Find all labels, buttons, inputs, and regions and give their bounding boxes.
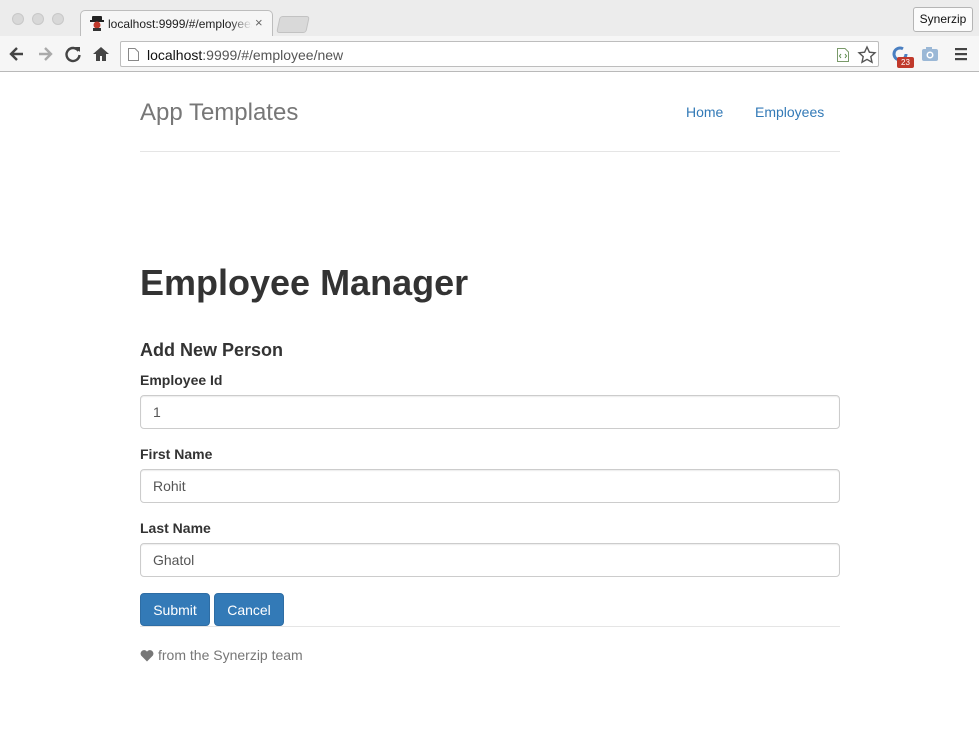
employee-id-label: Employee Id [140,372,223,388]
browser-titlebar: localhost:9999/#/employee/new × Synerzip [0,0,979,36]
new-tab-button[interactable] [276,16,310,33]
window-close-button[interactable] [12,13,24,25]
forward-arrow-icon[interactable] [35,44,55,64]
bookmark-star-icon[interactable] [857,45,877,65]
home-icon[interactable] [91,44,111,64]
back-arrow-icon[interactable] [7,44,27,64]
nav-link-employees[interactable]: Employees [755,104,824,120]
nav-link-home[interactable]: Home [686,104,723,120]
form-heading: Add New Person [140,340,284,360]
submit-button[interactable]: Submit [140,593,210,626]
heart-icon [140,649,154,661]
browser-tab[interactable]: localhost:9999/#/employee/new × [80,10,273,36]
last-name-input[interactable] [140,543,840,577]
browser-menu-icon[interactable] [954,47,968,61]
window-zoom-button[interactable] [52,13,64,25]
camera-icon[interactable] [920,44,940,64]
tab-close-icon[interactable]: × [255,15,263,30]
page-icon [128,48,139,61]
page-source-icon[interactable] [837,48,849,62]
first-name-input[interactable] [140,469,840,503]
footer-divider [140,626,840,627]
address-bar[interactable]: localhost:9999/#/employee/new [120,41,879,67]
cancel-button[interactable]: Cancel [214,593,284,626]
extension-badge: 23 [897,57,914,68]
page-title: Employee Manager [140,262,469,303]
navbar-brand[interactable]: App Templates [140,99,298,127]
reload-icon[interactable] [63,44,83,64]
employee-id-input[interactable] [140,395,840,429]
url-text[interactable]: localhost:9999/#/employee/new [147,47,343,63]
favicon-icon [90,16,104,31]
window-minimize-button[interactable] [32,13,44,25]
browser-toolbar: localhost:9999/#/employee/new [0,36,979,72]
first-name-label: First Name [140,446,213,462]
header-divider [140,151,840,152]
tab-title: localhost:9999/#/employee/new [108,17,252,31]
profile-button[interactable]: Synerzip [913,7,973,32]
last-name-label: Last Name [140,520,211,536]
footer: from the Synerzip team [140,647,303,663]
footer-text: from the Synerzip team [158,647,303,663]
